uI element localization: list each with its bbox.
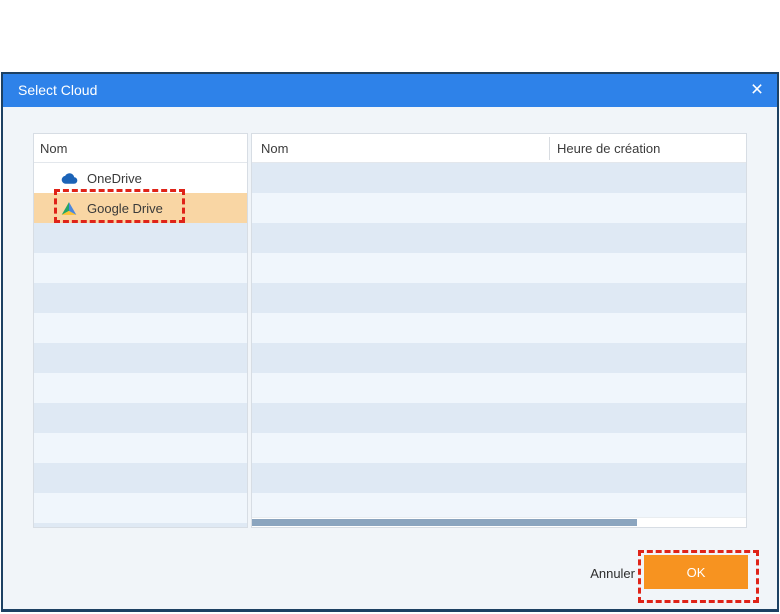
files-column-heure[interactable]: Heure de création <box>557 134 660 163</box>
list-item-label: Google Drive <box>87 201 163 216</box>
files-column-nom[interactable]: Nom <box>261 141 288 156</box>
empty-rows-right <box>252 163 746 527</box>
list-item-google-drive[interactable]: Google Drive <box>34 193 247 223</box>
list-item-onedrive[interactable]: OneDrive <box>34 163 247 193</box>
files-column-header-row: Nom Heure de création <box>252 134 746 163</box>
cancel-button[interactable]: Annuler <box>563 564 635 584</box>
close-icon: × <box>751 78 763 101</box>
select-cloud-dialog: Select Cloud × Nom OneDrive Googl <box>1 72 779 612</box>
horizontal-scrollbar-track[interactable] <box>252 517 746 527</box>
horizontal-scrollbar-thumb[interactable] <box>252 519 637 526</box>
files-panel: Nom Heure de création <box>251 133 747 528</box>
column-divider[interactable] <box>549 137 550 160</box>
close-button[interactable]: × <box>743 74 771 107</box>
cloud-list-header-label: Nom <box>40 141 67 156</box>
dialog-title: Select Cloud <box>18 74 97 107</box>
list-item-label: OneDrive <box>87 171 142 186</box>
ok-button[interactable]: OK <box>644 555 748 589</box>
onedrive-cloud-icon <box>61 170 78 186</box>
empty-rows-left <box>34 223 247 527</box>
cloud-list-panel: Nom OneDrive Google Drive <box>33 133 248 528</box>
google-drive-icon <box>61 200 78 216</box>
cloud-list-column-header[interactable]: Nom <box>34 134 247 163</box>
dialog-titlebar: Select Cloud × <box>3 74 777 107</box>
